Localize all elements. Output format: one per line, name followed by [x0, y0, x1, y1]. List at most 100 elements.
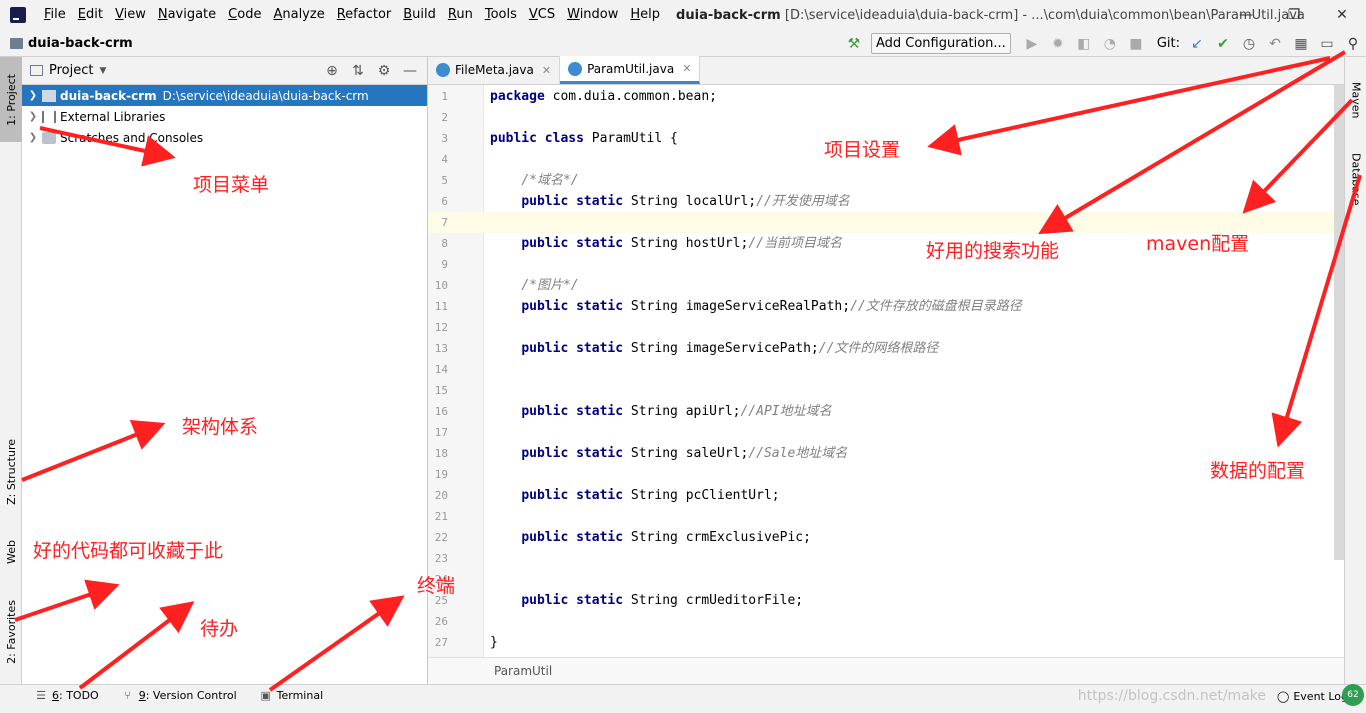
code-text: public static String imageServicePath;//… [521, 341, 939, 356]
code-line[interactable]: 18 public static String saleUrl;//Sale地址… [428, 443, 1344, 464]
stripe-web-tab[interactable]: Web [0, 527, 22, 577]
annotation-project-settings: 项目设置 [824, 139, 901, 161]
code-line[interactable]: 23 [428, 548, 1344, 569]
tree-item-external-libraries[interactable]: ❯ External Libraries [22, 106, 427, 127]
menu-analyze[interactable]: Analyze [267, 0, 330, 30]
profile-icon[interactable]: ◔ [1099, 33, 1121, 55]
coverage-icon[interactable]: ◧ [1073, 33, 1095, 55]
watermark: https://blog.csdn.net/make [1077, 688, 1266, 704]
gear-icon[interactable]: ⚙ [371, 63, 397, 79]
git-history-icon[interactable]: ◷ [1238, 33, 1260, 55]
editor-breadcrumb[interactable]: ParamUtil [428, 657, 1344, 684]
stripe-maven-tab[interactable]: Maven [1345, 65, 1366, 135]
menu-code[interactable]: Code [222, 0, 267, 30]
code-line[interactable]: 27} [428, 632, 1344, 653]
code-line[interactable]: 5 /*域名*/ [428, 170, 1344, 191]
project-structure-icon[interactable]: ▦ [1290, 33, 1312, 55]
menu-refactor[interactable]: Refactor [331, 0, 398, 30]
stripe-structure-tab[interactable]: Z: Structure [0, 432, 22, 512]
hide-icon[interactable]: — [397, 63, 423, 79]
code-line[interactable]: 26 [428, 611, 1344, 632]
line-number: 15 [434, 384, 448, 397]
code-text: public static String localUrl;//开发使用域名 [521, 194, 850, 209]
code-text: public static String crmUeditorFile; [521, 593, 804, 608]
debug-icon[interactable]: ✹ [1047, 33, 1069, 55]
vc-number: 9 [138, 689, 146, 702]
code-line[interactable]: 11 public static String imageServiceReal… [428, 296, 1344, 317]
close-icon[interactable]: ✕ [682, 62, 691, 75]
code-line[interactable]: 14 [428, 359, 1344, 380]
collapse-all-icon[interactable]: ⇅ [345, 63, 371, 79]
code-line[interactable]: 17 [428, 422, 1344, 443]
minimize-button[interactable]: — [1222, 0, 1270, 30]
stripe-project-tab[interactable]: 1: Project [0, 57, 22, 142]
git-rollback-icon[interactable]: ↶ [1264, 33, 1286, 55]
intellij-logo-icon [10, 7, 26, 23]
menu-navigate[interactable]: Navigate [152, 0, 222, 30]
code-line[interactable]: 21 [428, 506, 1344, 527]
project-view-selector[interactable]: Project [49, 63, 93, 78]
menu-run[interactable]: Run [442, 0, 479, 30]
menu-help[interactable]: Help [624, 0, 666, 30]
code-line[interactable]: 19 [428, 464, 1344, 485]
code-line[interactable]: 25 public static String crmUeditorFile; [428, 590, 1344, 611]
editor-scrollbar[interactable] [1334, 85, 1344, 560]
chevron-right-icon[interactable]: ❯ [24, 132, 42, 143]
project-crumb[interactable]: duia-back-crm [28, 36, 133, 51]
menu-file[interactable]: File [38, 0, 72, 30]
code-line[interactable]: 6 public static String localUrl;//开发使用域名 [428, 191, 1344, 212]
tree-item-scratches[interactable]: ❯ Scratches and Consoles [22, 127, 427, 148]
tab-todo[interactable]: ☰ 6 : TODO [34, 689, 99, 702]
tab-version-control[interactable]: ⑂ 9 : Version Control [121, 689, 236, 702]
code-editor[interactable]: 1 package com.duia.common.bean; 2 3 public c… [428, 85, 1344, 657]
window-controls: — ❐ ✕ [1222, 0, 1366, 30]
menu-tools[interactable]: Tools [479, 0, 523, 30]
code-line[interactable]: 10 /*图片*/ [428, 275, 1344, 296]
window-title-project: duia-back-crm [676, 7, 781, 23]
java-class-icon [436, 63, 450, 77]
locate-icon[interactable]: ⊕ [319, 63, 345, 79]
code-line[interactable]: 13 public static String imageServicePath… [428, 338, 1344, 359]
menu-view[interactable]: View [109, 0, 152, 30]
line-number: 21 [434, 510, 448, 523]
chevron-right-icon[interactable]: ❯ [24, 90, 42, 101]
event-log-button[interactable]: ◯ Event Log [1277, 685, 1348, 707]
build-hammer-icon[interactable]: ⚒ [843, 33, 865, 55]
java-class-icon [568, 61, 583, 76]
tab-terminal[interactable]: ▣ Terminal [259, 689, 323, 702]
tree-item-project-root[interactable]: ❯ duia-back-crm D:\service\ideaduia\duia… [22, 85, 427, 106]
add-configuration-button[interactable]: Add Configuration... [870, 33, 1011, 54]
search-everywhere-icon[interactable]: ⚲ [1342, 33, 1364, 55]
stop-icon[interactable]: ■ [1125, 33, 1147, 55]
code-line[interactable]: 24 [428, 569, 1344, 590]
git-update-icon[interactable]: ↙ [1186, 33, 1208, 55]
stripe-database-tab[interactable]: Database [1345, 139, 1366, 219]
terminal-toggle-icon[interactable]: ▭ [1316, 33, 1338, 55]
code-line[interactable]: 2 [428, 107, 1344, 128]
menu-window[interactable]: Window [561, 0, 624, 30]
menu-edit[interactable]: Edit [72, 0, 109, 30]
code-line[interactable]: 12 [428, 317, 1344, 338]
menu-build[interactable]: Build [397, 0, 442, 30]
tab-filemeta[interactable]: FileMeta.java ✕ [428, 56, 561, 84]
code-line[interactable]: 15 [428, 380, 1344, 401]
git-commit-icon[interactable]: ✔ [1212, 33, 1234, 55]
code-line[interactable]: 16 public static String apiUrl;//API地址域名 [428, 401, 1344, 422]
menu-vcs[interactable]: VCS [523, 0, 561, 30]
code-line[interactable]: 20 public static String pcClientUrl; [428, 485, 1344, 506]
restore-button[interactable]: ❐ [1270, 0, 1318, 30]
tab-paramutil[interactable]: ParamUtil.java ✕ [560, 56, 701, 84]
chevron-down-icon[interactable]: ▼ [99, 66, 106, 76]
run-icon[interactable]: ▶ [1021, 33, 1043, 55]
chevron-right-icon[interactable]: ❯ [24, 111, 42, 122]
tree-item-label: duia-back-crm [60, 88, 157, 103]
menu-bar: File Edit View Navigate Code Analyze Ref… [0, 0, 1366, 30]
close-button[interactable]: ✕ [1318, 0, 1366, 30]
scratches-icon [42, 131, 56, 144]
code-line[interactable]: 1 package com.duia.common.bean; [428, 86, 1344, 107]
code-line[interactable]: 9 [428, 254, 1344, 275]
stripe-favorites-tab[interactable]: 2: Favorites [0, 587, 22, 677]
todo-label: : TODO [59, 689, 99, 702]
code-line[interactable]: 22 public static String crmExclusivePic; [428, 527, 1344, 548]
close-icon[interactable]: ✕ [542, 64, 551, 77]
